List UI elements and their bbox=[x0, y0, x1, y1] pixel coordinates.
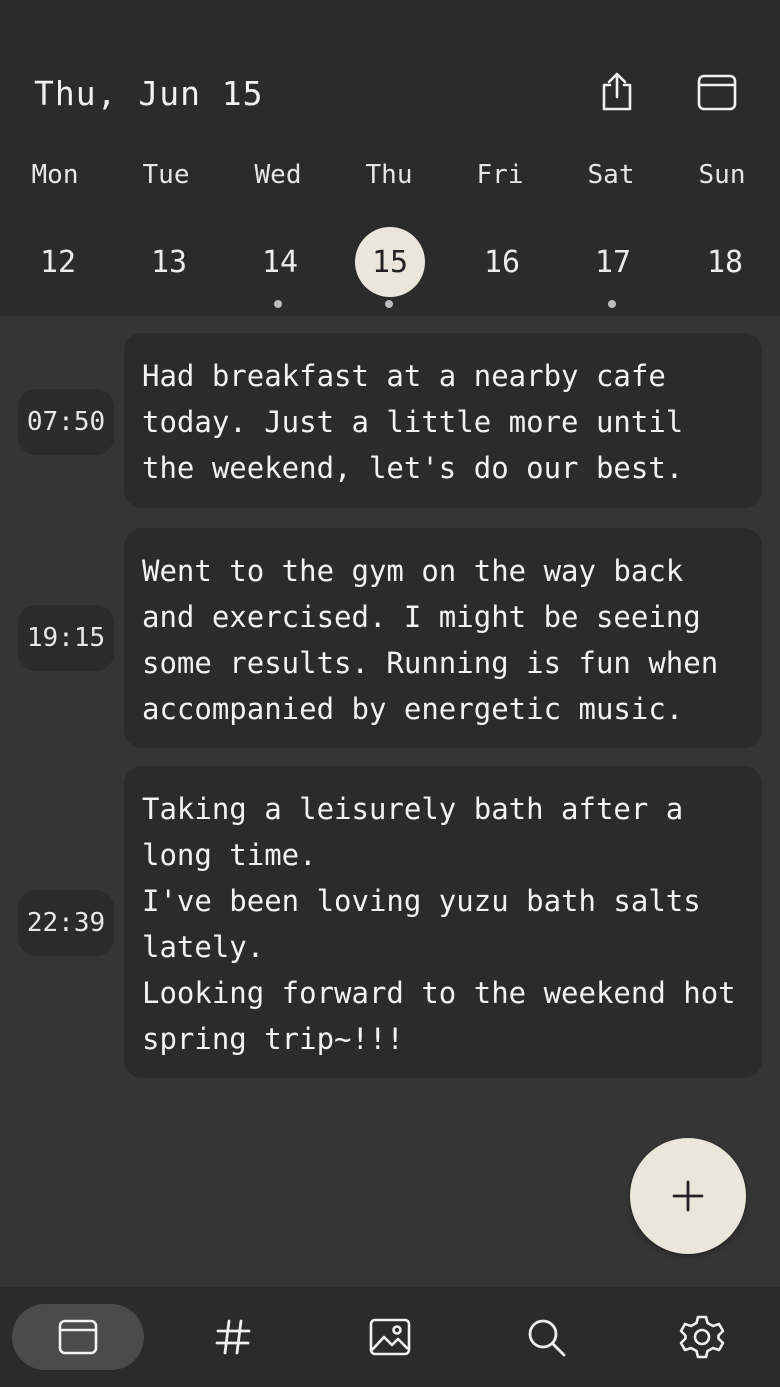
weekday-wed: Wed bbox=[254, 160, 302, 190]
day-number: 17 bbox=[594, 244, 632, 280]
nav-settings[interactable] bbox=[647, 1304, 757, 1370]
settings-icon bbox=[679, 1315, 725, 1359]
nav-diary[interactable] bbox=[12, 1304, 144, 1370]
day-number: 15 bbox=[355, 227, 425, 297]
weekday-sat: Sat bbox=[587, 160, 635, 190]
add-entry-button[interactable] bbox=[630, 1138, 746, 1254]
entry-card[interactable]: Taking a leisurely bath after a long tim… bbox=[124, 766, 762, 1078]
search-icon bbox=[528, 1319, 566, 1357]
entry-indicator-dot bbox=[385, 300, 393, 308]
entry-indicator-dot bbox=[274, 300, 282, 308]
day-16[interactable]: 16 bbox=[467, 227, 537, 297]
entry-time: 07:50 bbox=[18, 389, 114, 455]
day-number: 14 bbox=[261, 244, 299, 280]
entry-indicator-dot bbox=[608, 300, 616, 308]
weekday-tue: Tue bbox=[142, 160, 190, 190]
image-icon bbox=[369, 1318, 411, 1356]
day-number: 16 bbox=[483, 244, 521, 280]
day-14[interactable]: 14 bbox=[245, 227, 315, 297]
calendar-button[interactable] bbox=[693, 68, 741, 116]
nav-tags[interactable] bbox=[178, 1304, 288, 1370]
weekday-fri: Fri bbox=[476, 160, 524, 190]
nav-images[interactable] bbox=[335, 1304, 445, 1370]
nav-search[interactable] bbox=[491, 1304, 601, 1370]
current-date-title[interactable]: Thu, Jun 15 bbox=[34, 74, 264, 113]
day-18[interactable]: 18 bbox=[690, 227, 760, 297]
share-icon bbox=[602, 72, 632, 111]
share-button[interactable] bbox=[593, 68, 641, 116]
entry-card[interactable]: Had breakfast at a nearby cafe today. Ju… bbox=[124, 333, 762, 508]
day-15-selected[interactable]: 15 bbox=[355, 227, 425, 297]
day-number: 13 bbox=[150, 244, 188, 280]
calendar-header: Thu, Jun 15 Mon Tue Wed Thu Fri Sat Sun … bbox=[0, 0, 780, 316]
hashtag-icon bbox=[215, 1319, 251, 1355]
weekday-thu: Thu bbox=[365, 160, 413, 190]
calendar-icon bbox=[697, 74, 737, 111]
entry-card[interactable]: Went to the gym on the way back and exer… bbox=[124, 528, 762, 748]
entry-time: 22:39 bbox=[18, 890, 114, 956]
day-13[interactable]: 13 bbox=[134, 227, 204, 297]
weekday-mon: Mon bbox=[31, 160, 79, 190]
day-number: 18 bbox=[706, 244, 744, 280]
bottom-navigation bbox=[0, 1287, 780, 1387]
entry-time: 19:15 bbox=[18, 605, 114, 671]
day-12[interactable]: 12 bbox=[23, 227, 93, 297]
weekday-sun: Sun bbox=[698, 160, 746, 190]
day-number: 12 bbox=[39, 244, 77, 280]
plus-icon bbox=[672, 1180, 704, 1212]
diary-icon bbox=[58, 1319, 98, 1355]
day-17[interactable]: 17 bbox=[578, 227, 648, 297]
